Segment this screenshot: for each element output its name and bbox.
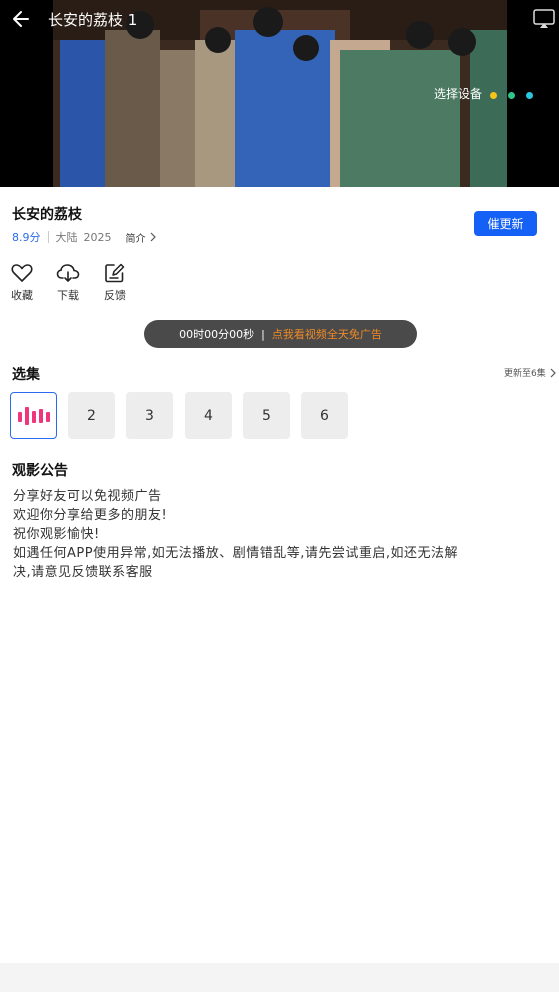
year: 2025 (83, 230, 112, 244)
episode-item-1[interactable] (10, 392, 57, 439)
episode-item-3[interactable]: 3 (126, 392, 173, 439)
feedback-button[interactable]: 反馈 (95, 263, 135, 303)
ad-free-timer: 00时00分00秒 (179, 328, 255, 341)
update-info-label: 更新至6集 (504, 369, 546, 379)
ad-bar-divider: | (261, 327, 265, 341)
page: 长安的荔枝 1 选择设备 长安的荔枝 8.9分 大陆 2025 简介 催更新 收… (0, 0, 559, 992)
notice-title: 观影公告 (12, 463, 68, 479)
device-dot (508, 92, 516, 99)
show-title: 长安的荔枝 (12, 207, 82, 223)
action-bar: 收藏 下载 反馈 (0, 263, 200, 307)
episode-item-6[interactable]: 6 (301, 392, 348, 439)
cast-button[interactable] (532, 8, 556, 30)
region: 大陆 (55, 231, 78, 244)
download-label: 下载 (57, 289, 79, 302)
device-dot (526, 92, 534, 99)
episodes-title: 选集 (12, 367, 40, 383)
feedback-label: 反馈 (104, 289, 126, 302)
video-player[interactable]: 长安的荔枝 1 选择设备 (0, 0, 559, 187)
score: 8.9分 (12, 231, 41, 244)
favorite-button[interactable]: 收藏 (2, 263, 42, 303)
device-dot (490, 92, 498, 99)
bottom-bar (0, 963, 559, 992)
episode-item-5[interactable]: 5 (243, 392, 290, 439)
notice-line: 祝你观影愉快! (13, 527, 100, 542)
notice-line: 如遇任何APP使用异常,如无法播放、剧情错乱等,请先尝试重启,如还无法解 (13, 546, 458, 561)
urge-update-button[interactable]: 催更新 (474, 211, 537, 236)
notice-body: 分享好友可以免视频广告 欢迎你分享给更多的朋友! 祝你观影愉快! 如遇任何APP… (13, 487, 533, 582)
notice-line: 欢迎你分享给更多的朋友! (13, 508, 168, 523)
playing-bars-icon (17, 406, 50, 425)
video-title: 长安的荔枝 1 (48, 11, 138, 29)
cloud-download-icon (56, 264, 80, 282)
heart-icon (11, 264, 33, 282)
device-select-label: 选择设备 (434, 87, 483, 101)
ad-free-bar[interactable]: 00时00分00秒 | 点我看视频全天免广告 (144, 320, 417, 348)
episode-item-2[interactable]: 2 (68, 392, 115, 439)
arrow-left-icon (13, 11, 29, 27)
notice-line: 分享好友可以免视频广告 (13, 489, 162, 504)
chevron-right-icon (150, 232, 156, 242)
device-select[interactable]: 选择设备 (434, 84, 534, 103)
favorite-label: 收藏 (11, 289, 33, 302)
cast-screen-icon (533, 9, 555, 28)
edit-icon (105, 263, 125, 283)
watch-video-ad-link[interactable]: 点我看视频全天免广告 (272, 326, 382, 342)
download-button[interactable]: 下载 (48, 263, 88, 303)
intro-label: 简介 (125, 233, 146, 245)
chevron-right-icon (550, 368, 556, 377)
notice-line: 决,请意见反馈联系客服 (13, 565, 153, 580)
episode-item-4[interactable]: 4 (185, 392, 232, 439)
show-meta: 8.9分 大陆 2025 简介 (12, 229, 157, 245)
back-button[interactable] (8, 6, 34, 32)
intro-link[interactable]: 简介 (126, 230, 157, 245)
episodes-update-link[interactable]: 更新至6集 (504, 366, 557, 379)
meta-divider (47, 231, 49, 243)
